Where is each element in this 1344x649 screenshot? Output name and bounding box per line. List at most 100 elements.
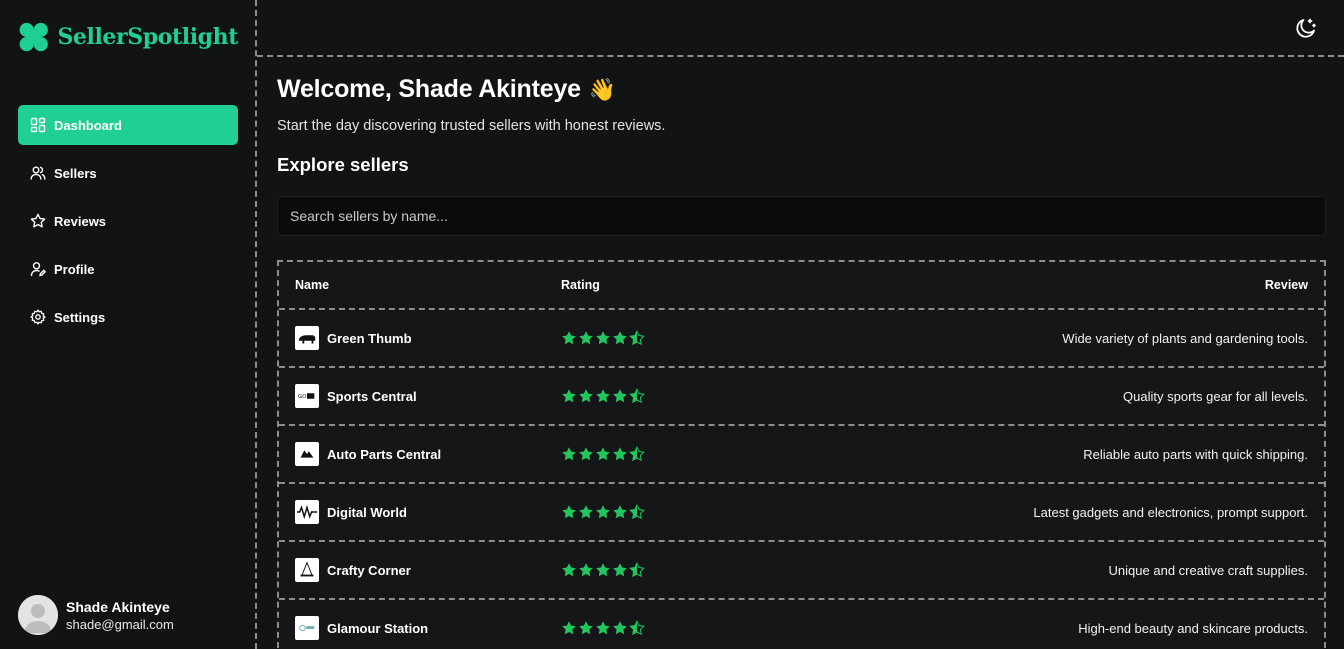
brand[interactable]: SellerSpotlight <box>18 0 238 72</box>
seller-cell: Glamour Station <box>295 616 561 640</box>
gear-icon <box>30 309 46 325</box>
review-text: Wide variety of plants and gardening too… <box>1062 330 1308 346</box>
rating-cell <box>561 388 761 404</box>
page-title: Welcome, Shade Akinteye 👋 <box>277 75 1326 104</box>
moon-icon[interactable] <box>1294 16 1318 40</box>
content: Welcome, Shade Akinteye 👋 Start the day … <box>257 57 1344 649</box>
seller-cell: Auto Parts Central <box>295 442 561 466</box>
app-root: SellerSpotlight Dashboard Sellers Review… <box>0 0 1344 649</box>
review-text: Reliable auto parts with quick shipping. <box>1083 446 1308 462</box>
star-full-icon <box>613 389 627 403</box>
avatar <box>18 595 58 635</box>
star-full-icon <box>596 389 610 403</box>
sidebar-item-label: Profile <box>54 261 95 277</box>
star-full-icon <box>579 331 593 345</box>
rating-cell <box>561 330 761 346</box>
seller-logo-icon <box>295 616 319 640</box>
table-row[interactable]: Green Thumb Wide variety of plants and g… <box>279 310 1324 368</box>
star-rating <box>561 562 645 578</box>
seller-cell: Crafty Corner <box>295 558 561 582</box>
sidebar-item-sellers[interactable]: Sellers <box>18 153 238 193</box>
user-card[interactable]: Shade Akinteye shade@gmail.com <box>18 595 174 635</box>
star-half-icon <box>629 388 645 404</box>
sidebar: SellerSpotlight Dashboard Sellers Review… <box>0 0 257 649</box>
star-full-icon <box>613 505 627 519</box>
review-text: Latest gadgets and electronics, prompt s… <box>1033 504 1308 520</box>
review-cell: Reliable auto parts with quick shipping. <box>761 447 1308 462</box>
star-full-icon <box>613 447 627 461</box>
table-body: Green Thumb Wide variety of plants and g… <box>279 310 1324 649</box>
user-email: shade@gmail.com <box>66 616 174 632</box>
table-row[interactable]: Digital World Latest gadgets and electro… <box>279 484 1324 542</box>
users-icon <box>30 165 46 181</box>
star-full-icon <box>579 563 593 577</box>
rating-cell <box>561 446 761 462</box>
seller-name: Crafty Corner <box>327 562 411 578</box>
seller-name: Glamour Station <box>327 620 429 636</box>
rating-cell <box>561 562 761 578</box>
star-full-icon <box>562 563 576 577</box>
star-rating <box>561 446 645 462</box>
star-full-icon <box>579 621 593 635</box>
main-area: Welcome, Shade Akinteye 👋 Start the day … <box>257 0 1344 649</box>
table-row[interactable]: Glamour Station High-end beauty and skin… <box>279 600 1324 649</box>
review-text: Quality sports gear for all levels. <box>1123 388 1308 404</box>
seller-logo-icon <box>295 558 319 582</box>
seller-logo-icon: GO <box>295 384 319 408</box>
star-rating <box>561 620 645 636</box>
star-rating <box>561 504 645 520</box>
star-half-icon <box>629 504 645 520</box>
sidebar-item-label: Reviews <box>54 213 107 229</box>
table-row[interactable]: GO Sports Central Quality sports gear fo… <box>279 368 1324 426</box>
star-full-icon <box>562 389 576 403</box>
sidebar-item-dashboard[interactable]: Dashboard <box>18 105 238 145</box>
star-half-icon <box>629 562 645 578</box>
search-input[interactable] <box>277 196 1326 236</box>
welcome-text: Welcome, Shade Akinteye <box>277 75 581 103</box>
star-full-icon <box>596 563 610 577</box>
star-full-icon <box>596 447 610 461</box>
review-text: High-end beauty and skincare products. <box>1078 620 1308 636</box>
star-full-icon <box>596 621 610 635</box>
table-row[interactable]: Auto Parts Central Reliable auto parts w… <box>279 426 1324 484</box>
sidebar-item-label: Settings <box>54 309 106 325</box>
sidebar-item-label: Dashboard <box>54 117 122 133</box>
wave-emoji: 👋 <box>588 76 617 102</box>
brand-name: SellerSpotlight <box>57 24 238 50</box>
seller-logo-icon <box>295 442 319 466</box>
seller-name: Auto Parts Central <box>327 446 442 462</box>
column-header-review: Review <box>1264 278 1308 292</box>
review-cell: Latest gadgets and electronics, prompt s… <box>761 505 1308 520</box>
star-full-icon <box>596 331 610 345</box>
star-full-icon <box>613 563 627 577</box>
star-full-icon <box>579 447 593 461</box>
user-name: Shade Akinteye <box>66 598 170 615</box>
avatar-placeholder-icon <box>18 595 58 635</box>
star-full-icon <box>562 505 576 519</box>
star-outline-icon <box>30 213 46 229</box>
page-subtitle: Start the day discovering trusted seller… <box>277 118 666 134</box>
sidebar-item-label: Sellers <box>54 165 97 181</box>
user-info: Shade Akinteye shade@gmail.com <box>66 599 174 632</box>
clover-logo-icon <box>18 20 50 54</box>
grid-icon <box>30 117 46 133</box>
sidebar-item-settings[interactable]: Settings <box>18 297 238 337</box>
star-full-icon <box>562 447 576 461</box>
seller-logo-icon <box>295 500 319 524</box>
seller-name: Digital World <box>327 504 407 520</box>
table-header: Name Rating Review <box>279 262 1324 310</box>
star-full-icon <box>613 331 627 345</box>
star-full-icon <box>562 621 576 635</box>
star-full-icon <box>613 621 627 635</box>
sidebar-item-reviews[interactable]: Reviews <box>18 201 238 241</box>
review-cell: Quality sports gear for all levels. <box>761 389 1308 404</box>
star-rating <box>561 330 645 346</box>
section-title: Explore sellers <box>277 154 409 175</box>
star-full-icon <box>579 389 593 403</box>
review-cell: High-end beauty and skincare products. <box>761 621 1308 636</box>
seller-name: Green Thumb <box>327 330 412 346</box>
seller-cell: Digital World <box>295 500 561 524</box>
sidebar-item-profile[interactable]: Profile <box>18 249 238 289</box>
svg-text:GO: GO <box>298 394 307 400</box>
table-row[interactable]: Crafty Corner Unique and creative craft … <box>279 542 1324 600</box>
